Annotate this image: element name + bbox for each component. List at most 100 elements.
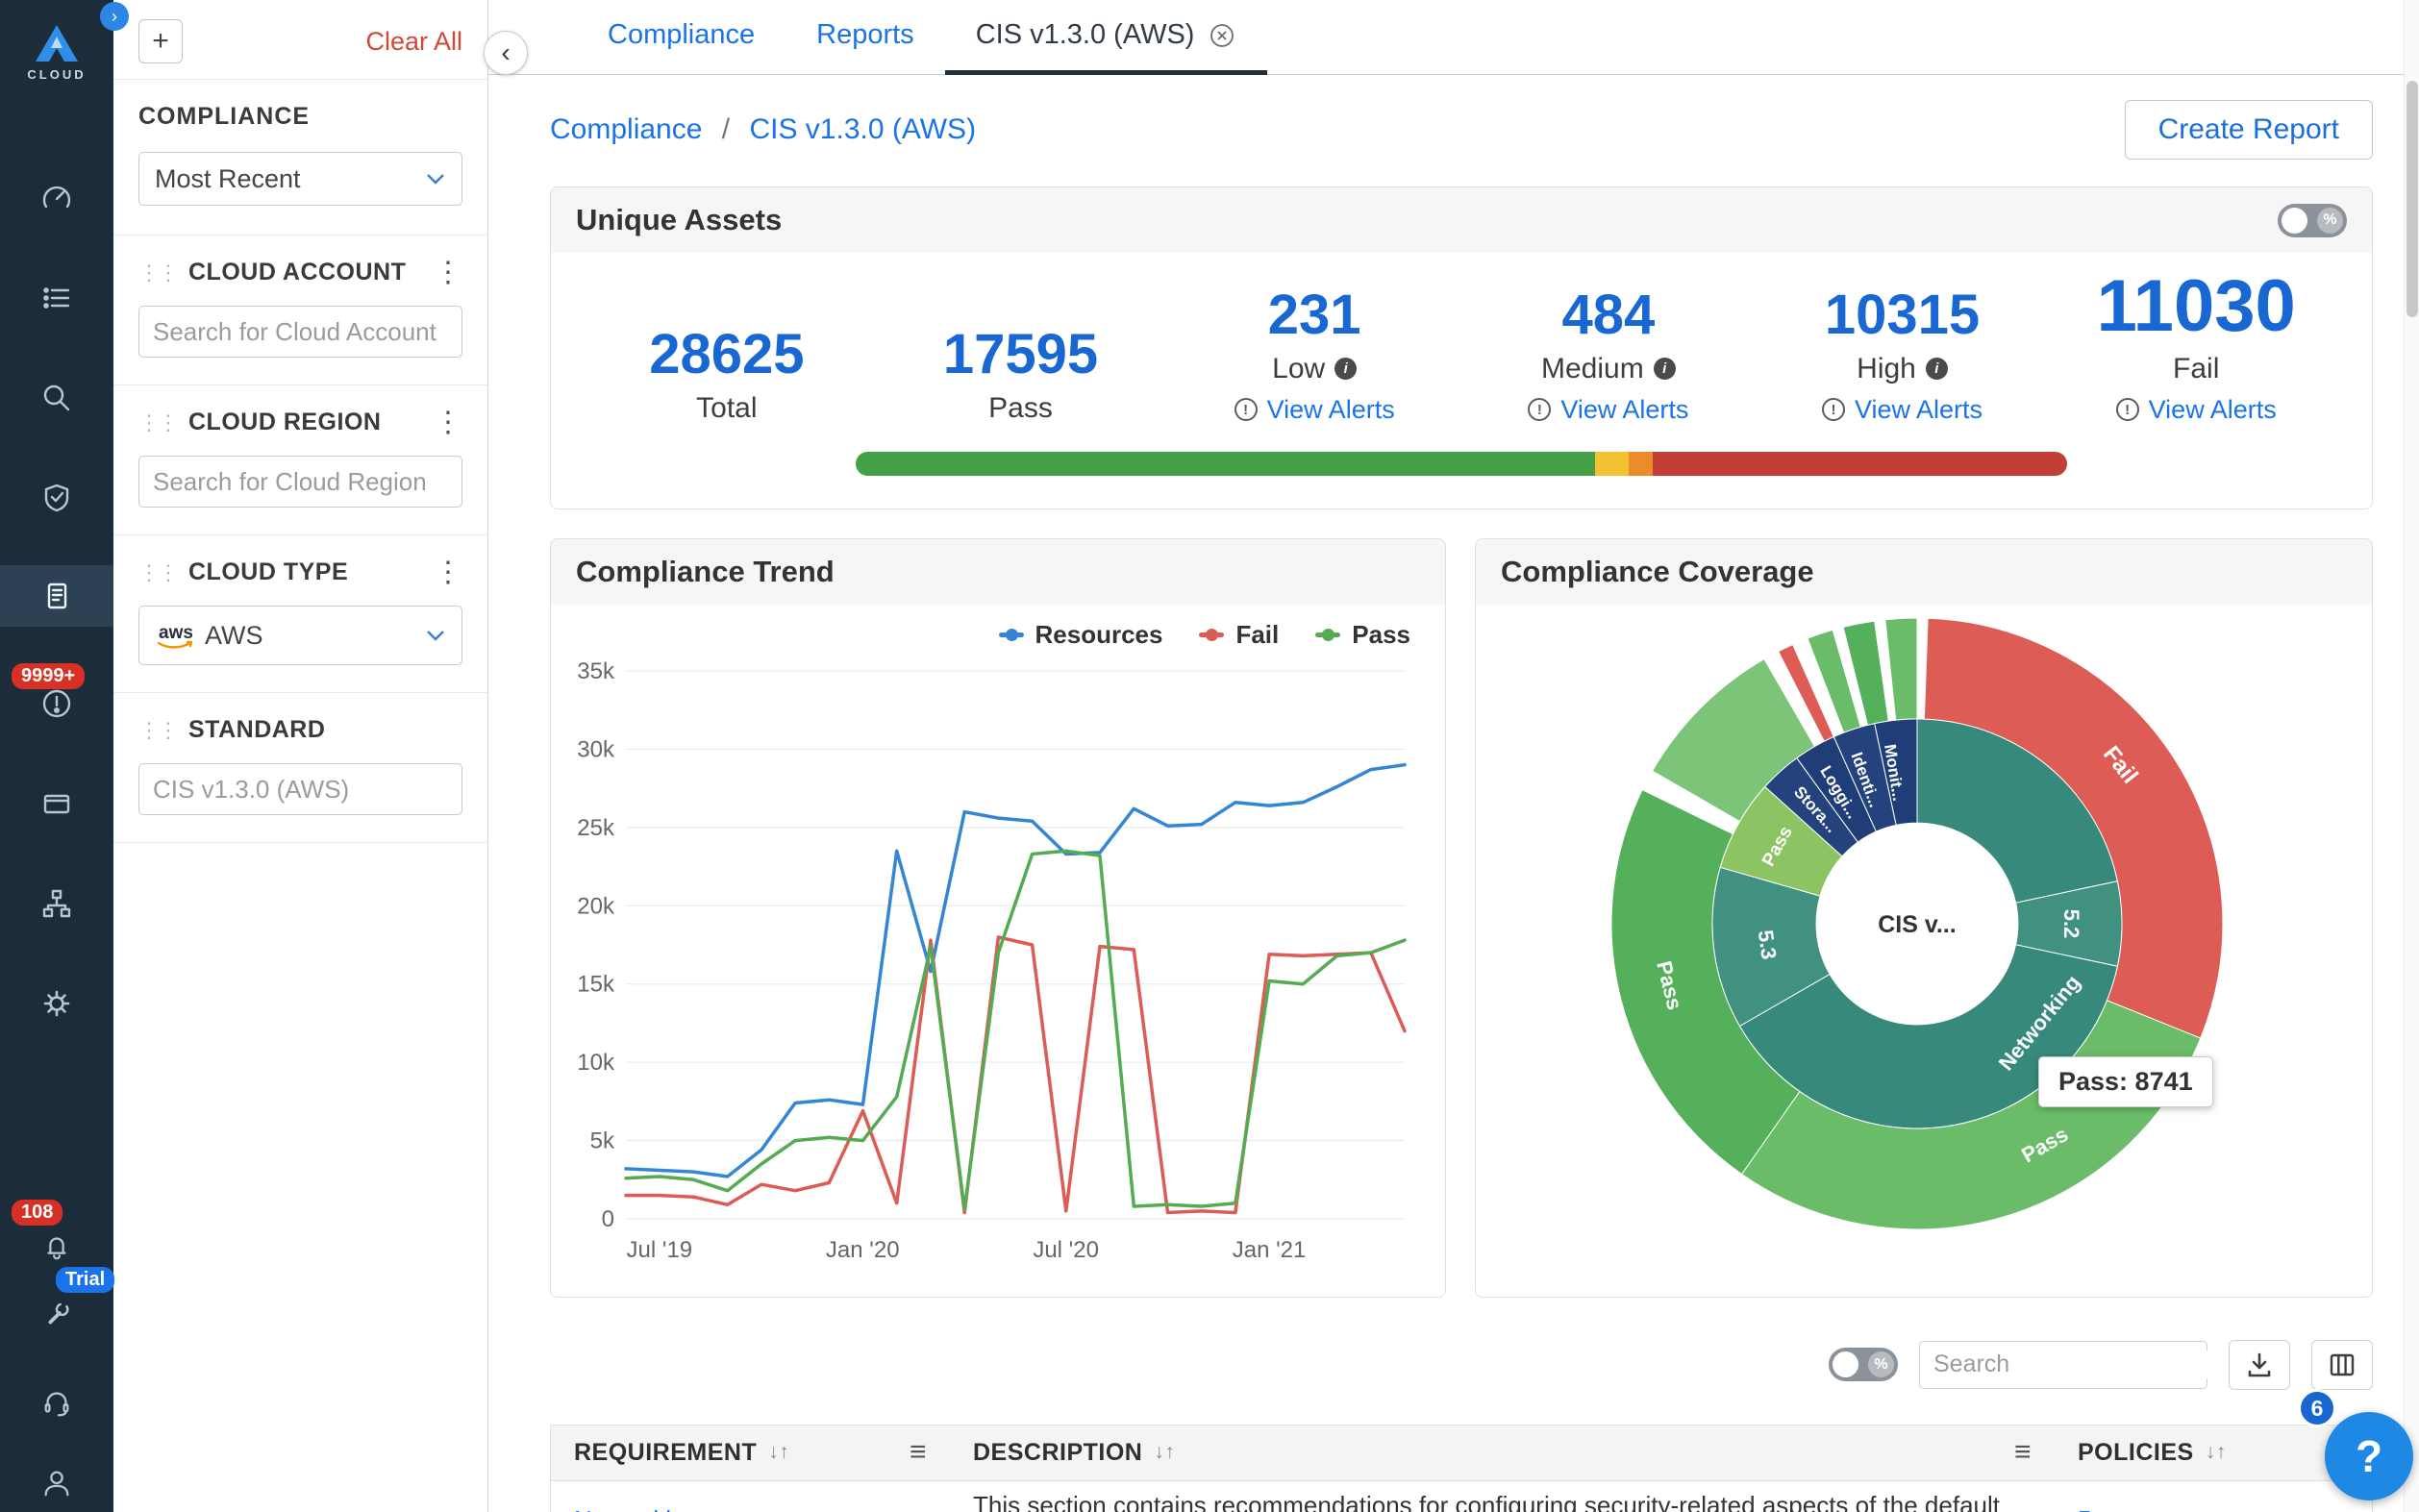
info-icon[interactable]: i (1334, 358, 1357, 380)
view-alerts-link[interactable]: View Alerts (2149, 395, 2277, 425)
report-icon (39, 579, 74, 613)
help-button[interactable]: ? (2325, 1412, 2413, 1500)
filter-group-standard: ⋮⋮ STANDARD (138, 693, 462, 842)
sidebar-item-investigate[interactable] (0, 381, 113, 415)
column-menu-icon[interactable]: ≡ (910, 1436, 927, 1469)
legend-item-resources[interactable]: Resources (999, 620, 1163, 650)
sidebar-item-compute[interactable] (0, 786, 113, 821)
view-alerts-link[interactable]: View Alerts (1267, 395, 1395, 425)
drag-handle-icon[interactable]: ⋮⋮ (138, 718, 177, 743)
coverage-sunburst-svg[interactable]: CIS v...5.2Networking5.3PassStora...Logg… (1476, 605, 2358, 1244)
cloud-type-select[interactable]: aws AWS (138, 606, 462, 665)
logo-label: CLOUD (27, 67, 86, 82)
panel-expand-icon[interactable]: › (100, 2, 129, 31)
sidebar-logo[interactable]: CLOUD (0, 23, 113, 82)
trial-badge: Trial (56, 1267, 114, 1293)
stat-fail: 11030Fail!View Alerts (2049, 268, 2343, 425)
compliance-trend-card: Compliance Trend Resources Fail Pass 05k10… (550, 538, 1446, 1298)
kebab-menu-icon[interactable]: ⋮ (434, 413, 462, 433)
policies-count-link[interactable]: 5 (2078, 1505, 2091, 1512)
column-description[interactable]: DESCRIPTION ↓↑ ≡ (950, 1425, 2055, 1480)
breadcrumb-compliance-link[interactable]: Compliance (550, 113, 702, 145)
assets-distribution-bar (856, 452, 2067, 476)
bar-segment-fail (1653, 452, 2067, 476)
divider (113, 842, 487, 843)
tab-cis-v130-aws[interactable]: CIS v1.3.0 (AWS) (945, 0, 1268, 75)
sidebar-item-policies[interactable] (0, 481, 113, 515)
sidebar-item-dashboard[interactable] (0, 181, 113, 215)
column-menu-icon[interactable]: ≡ (2014, 1436, 2032, 1469)
svg-text:35k: 35k (577, 658, 615, 684)
sort-icon[interactable]: ↓↑ (1154, 1441, 1175, 1464)
stat-medium: 484Mediumi!View Alerts (1461, 268, 1756, 425)
filter-group-title: STANDARD (188, 716, 325, 744)
trend-chart-svg[interactable]: 05k10k15k20k25k30k35kJul '19Jan '20Jul '… (564, 654, 1430, 1269)
clear-all-filters-link[interactable]: Clear All (365, 27, 462, 57)
card-icon (39, 786, 74, 821)
stat-value: 10315 (1825, 286, 1980, 345)
sidebar-item-support[interactable] (0, 1386, 113, 1419)
sidebar-item-alerts[interactable] (0, 686, 113, 721)
close-tab-icon[interactable] (1208, 21, 1236, 50)
kebab-menu-icon[interactable]: ⋮ (434, 263, 462, 283)
sort-icon[interactable]: ↓↑ (2206, 1441, 2227, 1464)
svg-text:Jan '20: Jan '20 (826, 1237, 900, 1263)
coverage-body: CIS v...5.2Networking5.3PassStora...Logg… (1476, 605, 2372, 1249)
unique-assets-title: Unique Assets (576, 203, 782, 237)
sidebar-item-tools[interactable] (0, 1298, 113, 1330)
requirement-link[interactable]: Networking (574, 1505, 699, 1512)
scrollbar-thumb[interactable] (2407, 81, 2418, 317)
sidebar-item-compliance-active[interactable] (0, 565, 113, 627)
column-requirement[interactable]: REQUIREMENT ↓↑ ≡ (551, 1425, 950, 1480)
kebab-menu-icon[interactable]: ⋮ (434, 563, 462, 582)
chevron-down-icon (425, 172, 446, 186)
sidebar-item-inventory[interactable] (0, 281, 113, 315)
sidebar-item-network[interactable] (0, 886, 113, 921)
standard-search-input[interactable] (153, 775, 475, 805)
view-alerts-link[interactable]: View Alerts (1855, 395, 1983, 425)
table-search-input[interactable] (1933, 1351, 2243, 1378)
shield-check-icon (39, 481, 74, 515)
breadcrumb-current[interactable]: CIS v1.3.0 (AWS) (749, 113, 976, 145)
filters-section-label: COMPLIANCE (138, 103, 462, 131)
svg-text:5.2: 5.2 (2059, 909, 2083, 939)
panel-collapse-button[interactable]: ‹ (484, 31, 528, 75)
search-icon (39, 381, 74, 415)
tab-reports[interactable]: Reports (786, 0, 945, 75)
filter-panel: + Clear All COMPLIANCE Most Recent ⋮⋮ CL… (113, 0, 488, 1512)
toggle-knob (2282, 208, 2307, 234)
cloud-account-search-input[interactable] (153, 317, 475, 347)
tab-compliance[interactable]: Compliance (577, 0, 786, 75)
drag-handle-icon[interactable]: ⋮⋮ (138, 560, 177, 585)
table-percent-toggle[interactable]: % (1829, 1348, 1898, 1381)
cloud-region-search-input[interactable] (153, 467, 475, 497)
stat-value: 231 (1268, 286, 1361, 345)
sort-select[interactable]: Most Recent (138, 152, 462, 206)
create-report-button[interactable]: Create Report (2125, 100, 2373, 160)
trend-title: Compliance Trend (576, 555, 835, 589)
sidebar-item-profile[interactable] (0, 1467, 113, 1500)
alert-circle-icon: ! (1528, 398, 1551, 421)
alert-circle-icon: ! (2116, 398, 2139, 421)
legend-item-pass[interactable]: Pass (1315, 620, 1410, 650)
column-settings-button[interactable] (2311, 1340, 2373, 1390)
info-icon[interactable]: i (1654, 358, 1676, 380)
drag-handle-icon[interactable]: ⋮⋮ (138, 260, 177, 285)
sort-icon[interactable]: ↓↑ (768, 1441, 789, 1464)
divider (113, 79, 487, 80)
drag-handle-icon[interactable]: ⋮⋮ (138, 410, 177, 435)
requirements-table: REQUIREMENT ↓↑ ≡ DESCRIPTION ↓↑ ≡ POLICI… (550, 1425, 2373, 1512)
legend-marker (999, 632, 1024, 637)
sidebar-item-notifications[interactable] (0, 1230, 113, 1263)
sidebar-item-settings[interactable] (0, 986, 113, 1021)
trend-legend: Resources Fail Pass (586, 620, 1410, 650)
unique-assets-percent-toggle[interactable]: % (2278, 204, 2347, 237)
download-button[interactable] (2229, 1340, 2290, 1390)
svg-text:25k: 25k (577, 815, 615, 841)
info-icon[interactable]: i (1926, 358, 1948, 380)
bar-segment-low (1595, 452, 1629, 476)
legend-item-fail[interactable]: Fail (1199, 620, 1279, 650)
view-alerts-link[interactable]: View Alerts (1560, 395, 1688, 425)
add-filter-button[interactable]: + (138, 19, 183, 63)
page-scrollbar[interactable] (2404, 0, 2419, 1512)
